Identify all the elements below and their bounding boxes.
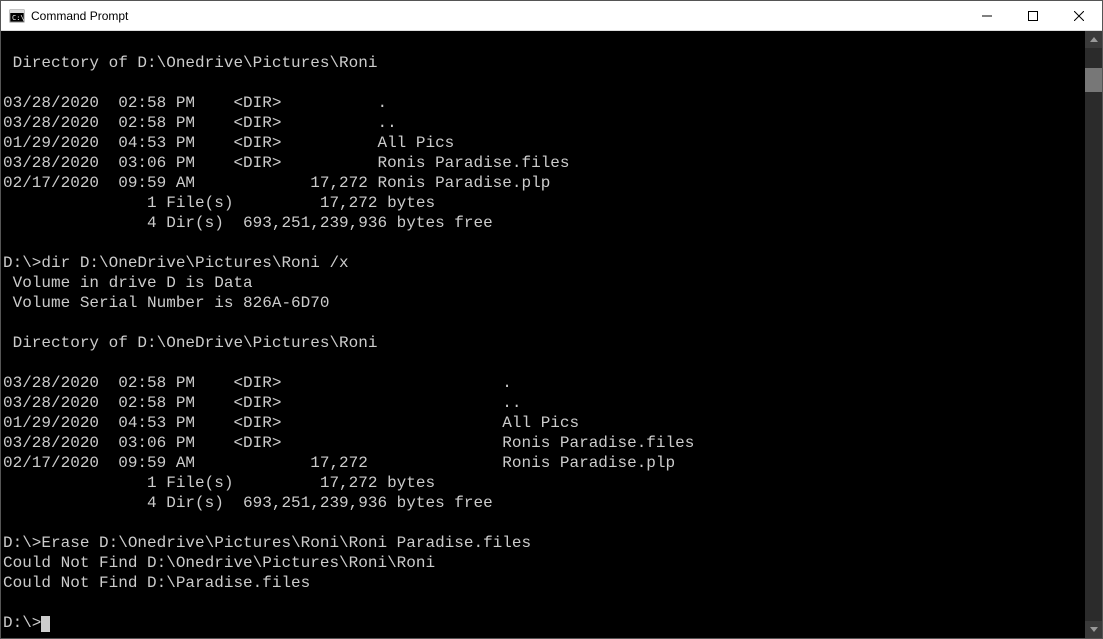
window-controls xyxy=(964,1,1102,30)
maximize-button[interactable] xyxy=(1010,1,1056,30)
title-bar[interactable]: C:\ Command Prompt xyxy=(1,1,1102,31)
window-title: Command Prompt xyxy=(31,9,964,23)
scroll-down-arrow[interactable] xyxy=(1085,621,1102,638)
minimize-button[interactable] xyxy=(964,1,1010,30)
command-prompt-window: C:\ Command Prompt Directory of D:\Onedr… xyxy=(0,0,1103,639)
scroll-track[interactable] xyxy=(1085,48,1102,621)
svg-text:C:\: C:\ xyxy=(12,14,25,22)
vertical-scrollbar[interactable] xyxy=(1085,31,1102,638)
scroll-thumb[interactable] xyxy=(1085,68,1102,92)
cursor xyxy=(41,616,50,632)
console-output[interactable]: Directory of D:\Onedrive\Pictures\Roni 0… xyxy=(1,31,1085,638)
cmd-icon: C:\ xyxy=(9,8,25,24)
console-area: Directory of D:\Onedrive\Pictures\Roni 0… xyxy=(1,31,1102,638)
scroll-up-arrow[interactable] xyxy=(1085,31,1102,48)
close-button[interactable] xyxy=(1056,1,1102,30)
